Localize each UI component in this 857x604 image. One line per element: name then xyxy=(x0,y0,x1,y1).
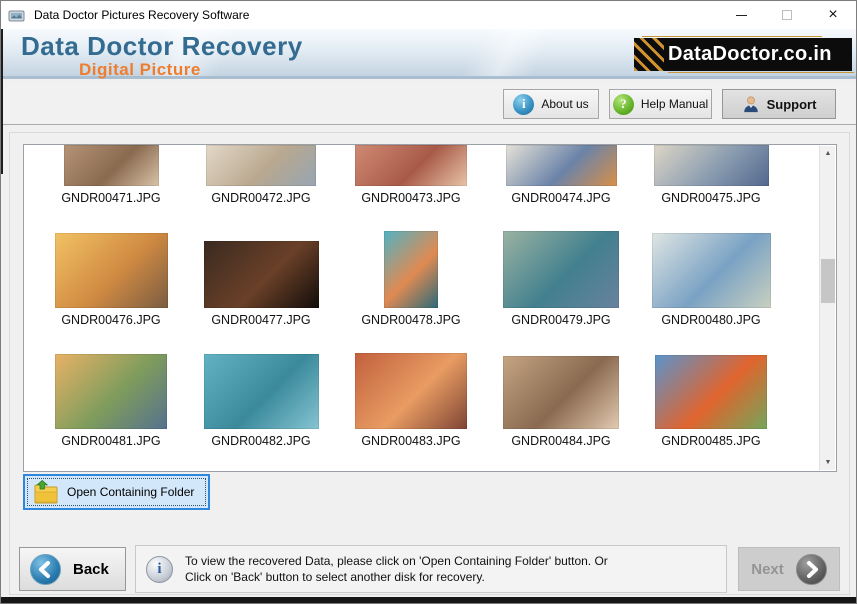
thumbnail-filename: GNDR00478.JPG xyxy=(361,313,460,327)
info-icon: i xyxy=(513,94,534,115)
thumbnail-row: GNDR00471.JPG GNDR00472.JPG GNDR00473.JPG G… xyxy=(36,145,818,205)
thumbnail-filename: GNDR00480.JPG xyxy=(661,313,760,327)
close-button[interactable]: × xyxy=(810,1,856,29)
thumbnail-filename: GNDR00475.JPG xyxy=(661,191,760,205)
question-icon: ? xyxy=(613,94,634,115)
instruction-line-1: To view the recovered Data, please click… xyxy=(185,553,608,569)
back-arrow-icon xyxy=(30,554,61,585)
thumbnail-filename: GNDR00471.JPG xyxy=(61,191,160,205)
support-label: Support xyxy=(767,97,817,112)
window-edge-shadow xyxy=(1,29,3,174)
photo-thumbnail[interactable] xyxy=(64,145,159,186)
vertical-scrollbar[interactable]: ▲ ▼ xyxy=(819,146,835,470)
thumbnail-filename: GNDR00476.JPG xyxy=(61,313,160,327)
thumbnail-filename: GNDR00473.JPG xyxy=(361,191,460,205)
maximize-button[interactable] xyxy=(764,1,810,29)
brand-title: Data Doctor Recovery xyxy=(21,31,303,62)
photo-thumbnail[interactable] xyxy=(204,354,319,429)
thumbnail-filename: GNDR00481.JPG xyxy=(61,434,160,448)
help-manual-label: Help Manual xyxy=(641,97,708,111)
thumbnail-row: GNDR00476.JPG GNDR00477.JPG GNDR00478.JPG G… xyxy=(36,231,818,327)
scroll-down-icon[interactable]: ▼ xyxy=(820,455,836,470)
thumbnail-item[interactable]: GNDR00477.JPG xyxy=(186,231,336,327)
thumbnail-item[interactable]: GNDR00472.JPG xyxy=(186,145,336,205)
photo-thumbnail[interactable] xyxy=(355,145,467,186)
logo-stripes-icon xyxy=(634,38,664,71)
toolbar: i About us ? Help Manual Support xyxy=(1,82,856,125)
thumbnail-filename: GNDR00483.JPG xyxy=(361,434,460,448)
site-logo: DataDoctor.co.in xyxy=(634,38,852,71)
open-containing-folder-button[interactable]: Open Containing Folder xyxy=(23,474,210,510)
photo-thumbnail[interactable] xyxy=(652,233,771,308)
thumbnail-grid: GNDR00471.JPG GNDR00472.JPG GNDR00473.JPG G… xyxy=(24,145,818,471)
thumbnail-item[interactable]: GNDR00485.JPG xyxy=(636,353,786,448)
thumbnail-filename: GNDR00482.JPG xyxy=(211,434,310,448)
photo-thumbnail[interactable] xyxy=(506,145,617,186)
thumbnail-filename: GNDR00477.JPG xyxy=(211,313,310,327)
photo-thumbnail[interactable] xyxy=(655,355,767,429)
photo-thumbnail[interactable] xyxy=(206,145,316,186)
thumbnail-item[interactable]: GNDR00483.JPG xyxy=(336,353,486,448)
photo-thumbnail[interactable] xyxy=(55,233,168,308)
header: Data Doctor Recovery Digital Picture Dat… xyxy=(1,29,856,79)
back-label: Back xyxy=(73,561,109,578)
about-us-button[interactable]: i About us xyxy=(503,89,599,119)
scrollbar-thumb[interactable] xyxy=(821,259,835,303)
photo-thumbnail[interactable] xyxy=(384,231,438,308)
brand-subtitle: Digital Picture xyxy=(79,60,303,80)
thumbnail-filename: GNDR00472.JPG xyxy=(211,191,310,205)
photo-thumbnail[interactable] xyxy=(503,231,619,308)
thumbnail-filename: GNDR00484.JPG xyxy=(511,434,610,448)
minimize-button[interactable] xyxy=(718,1,764,29)
photo-thumbnail[interactable] xyxy=(355,353,467,429)
thumbnail-filename: GNDR00485.JPG xyxy=(661,434,760,448)
instruction-line-2: Click on 'Back' button to select another… xyxy=(185,569,608,585)
help-manual-button[interactable]: ? Help Manual xyxy=(609,89,712,119)
next-arrow-icon xyxy=(796,554,827,585)
window-title: Data Doctor Pictures Recovery Software xyxy=(34,8,249,22)
scroll-up-icon[interactable]: ▲ xyxy=(820,146,836,161)
photo-thumbnail[interactable] xyxy=(654,145,769,186)
title-bar: Data Doctor Pictures Recovery Software × xyxy=(1,1,856,29)
thumbnail-item[interactable]: GNDR00479.JPG xyxy=(486,231,636,327)
site-logo-text: DataDoctor.co.in xyxy=(668,43,832,66)
thumbnail-item[interactable]: GNDR00482.JPG xyxy=(186,353,336,448)
about-us-label: About us xyxy=(541,97,588,111)
photo-thumbnail[interactable] xyxy=(503,356,619,429)
thumbnail-item[interactable]: GNDR00471.JPG xyxy=(36,145,186,205)
app-icon xyxy=(8,8,26,23)
thumbnail-item[interactable]: GNDR00478.JPG xyxy=(336,231,486,327)
thumbnail-item[interactable]: GNDR00484.JPG xyxy=(486,353,636,448)
app-window: Data Doctor Pictures Recovery Software ×… xyxy=(0,0,857,604)
brand-block: Data Doctor Recovery Digital Picture xyxy=(21,31,303,80)
recovered-files-panel: GNDR00471.JPG GNDR00472.JPG GNDR00473.JPG G… xyxy=(23,144,837,472)
next-label: Next xyxy=(751,561,784,578)
person-icon xyxy=(742,95,760,113)
photo-thumbnail[interactable] xyxy=(204,241,319,308)
open-folder-icon xyxy=(33,480,59,504)
thumbnail-item[interactable]: GNDR00481.JPG xyxy=(36,353,186,448)
thumbnail-filename: GNDR00479.JPG xyxy=(511,313,610,327)
thumbnail-item[interactable]: GNDR00480.JPG xyxy=(636,231,786,327)
photo-thumbnail[interactable] xyxy=(55,354,167,429)
window-bottom-edge xyxy=(1,597,856,603)
thumbnail-item[interactable]: GNDR00474.JPG xyxy=(486,145,636,205)
info-sphere-icon: i xyxy=(146,556,173,583)
thumbnail-item[interactable]: GNDR00476.JPG xyxy=(36,231,186,327)
instruction-text: To view the recovered Data, please click… xyxy=(185,553,608,585)
support-button[interactable]: Support xyxy=(722,89,836,119)
close-icon: × xyxy=(828,7,837,23)
maximize-icon xyxy=(782,10,792,20)
open-folder-label: Open Containing Folder xyxy=(67,485,194,499)
thumbnail-item[interactable]: GNDR00473.JPG xyxy=(336,145,486,205)
back-button[interactable]: Back xyxy=(19,547,126,591)
thumbnail-item[interactable]: GNDR00475.JPG xyxy=(636,145,786,205)
next-button[interactable]: Next xyxy=(738,547,840,591)
instruction-box: i To view the recovered Data, please cli… xyxy=(135,545,727,593)
minimize-icon xyxy=(736,15,747,16)
thumbnail-filename: GNDR00474.JPG xyxy=(511,191,610,205)
thumbnail-row: GNDR00481.JPG GNDR00482.JPG GNDR00483.JPG G… xyxy=(36,353,818,448)
